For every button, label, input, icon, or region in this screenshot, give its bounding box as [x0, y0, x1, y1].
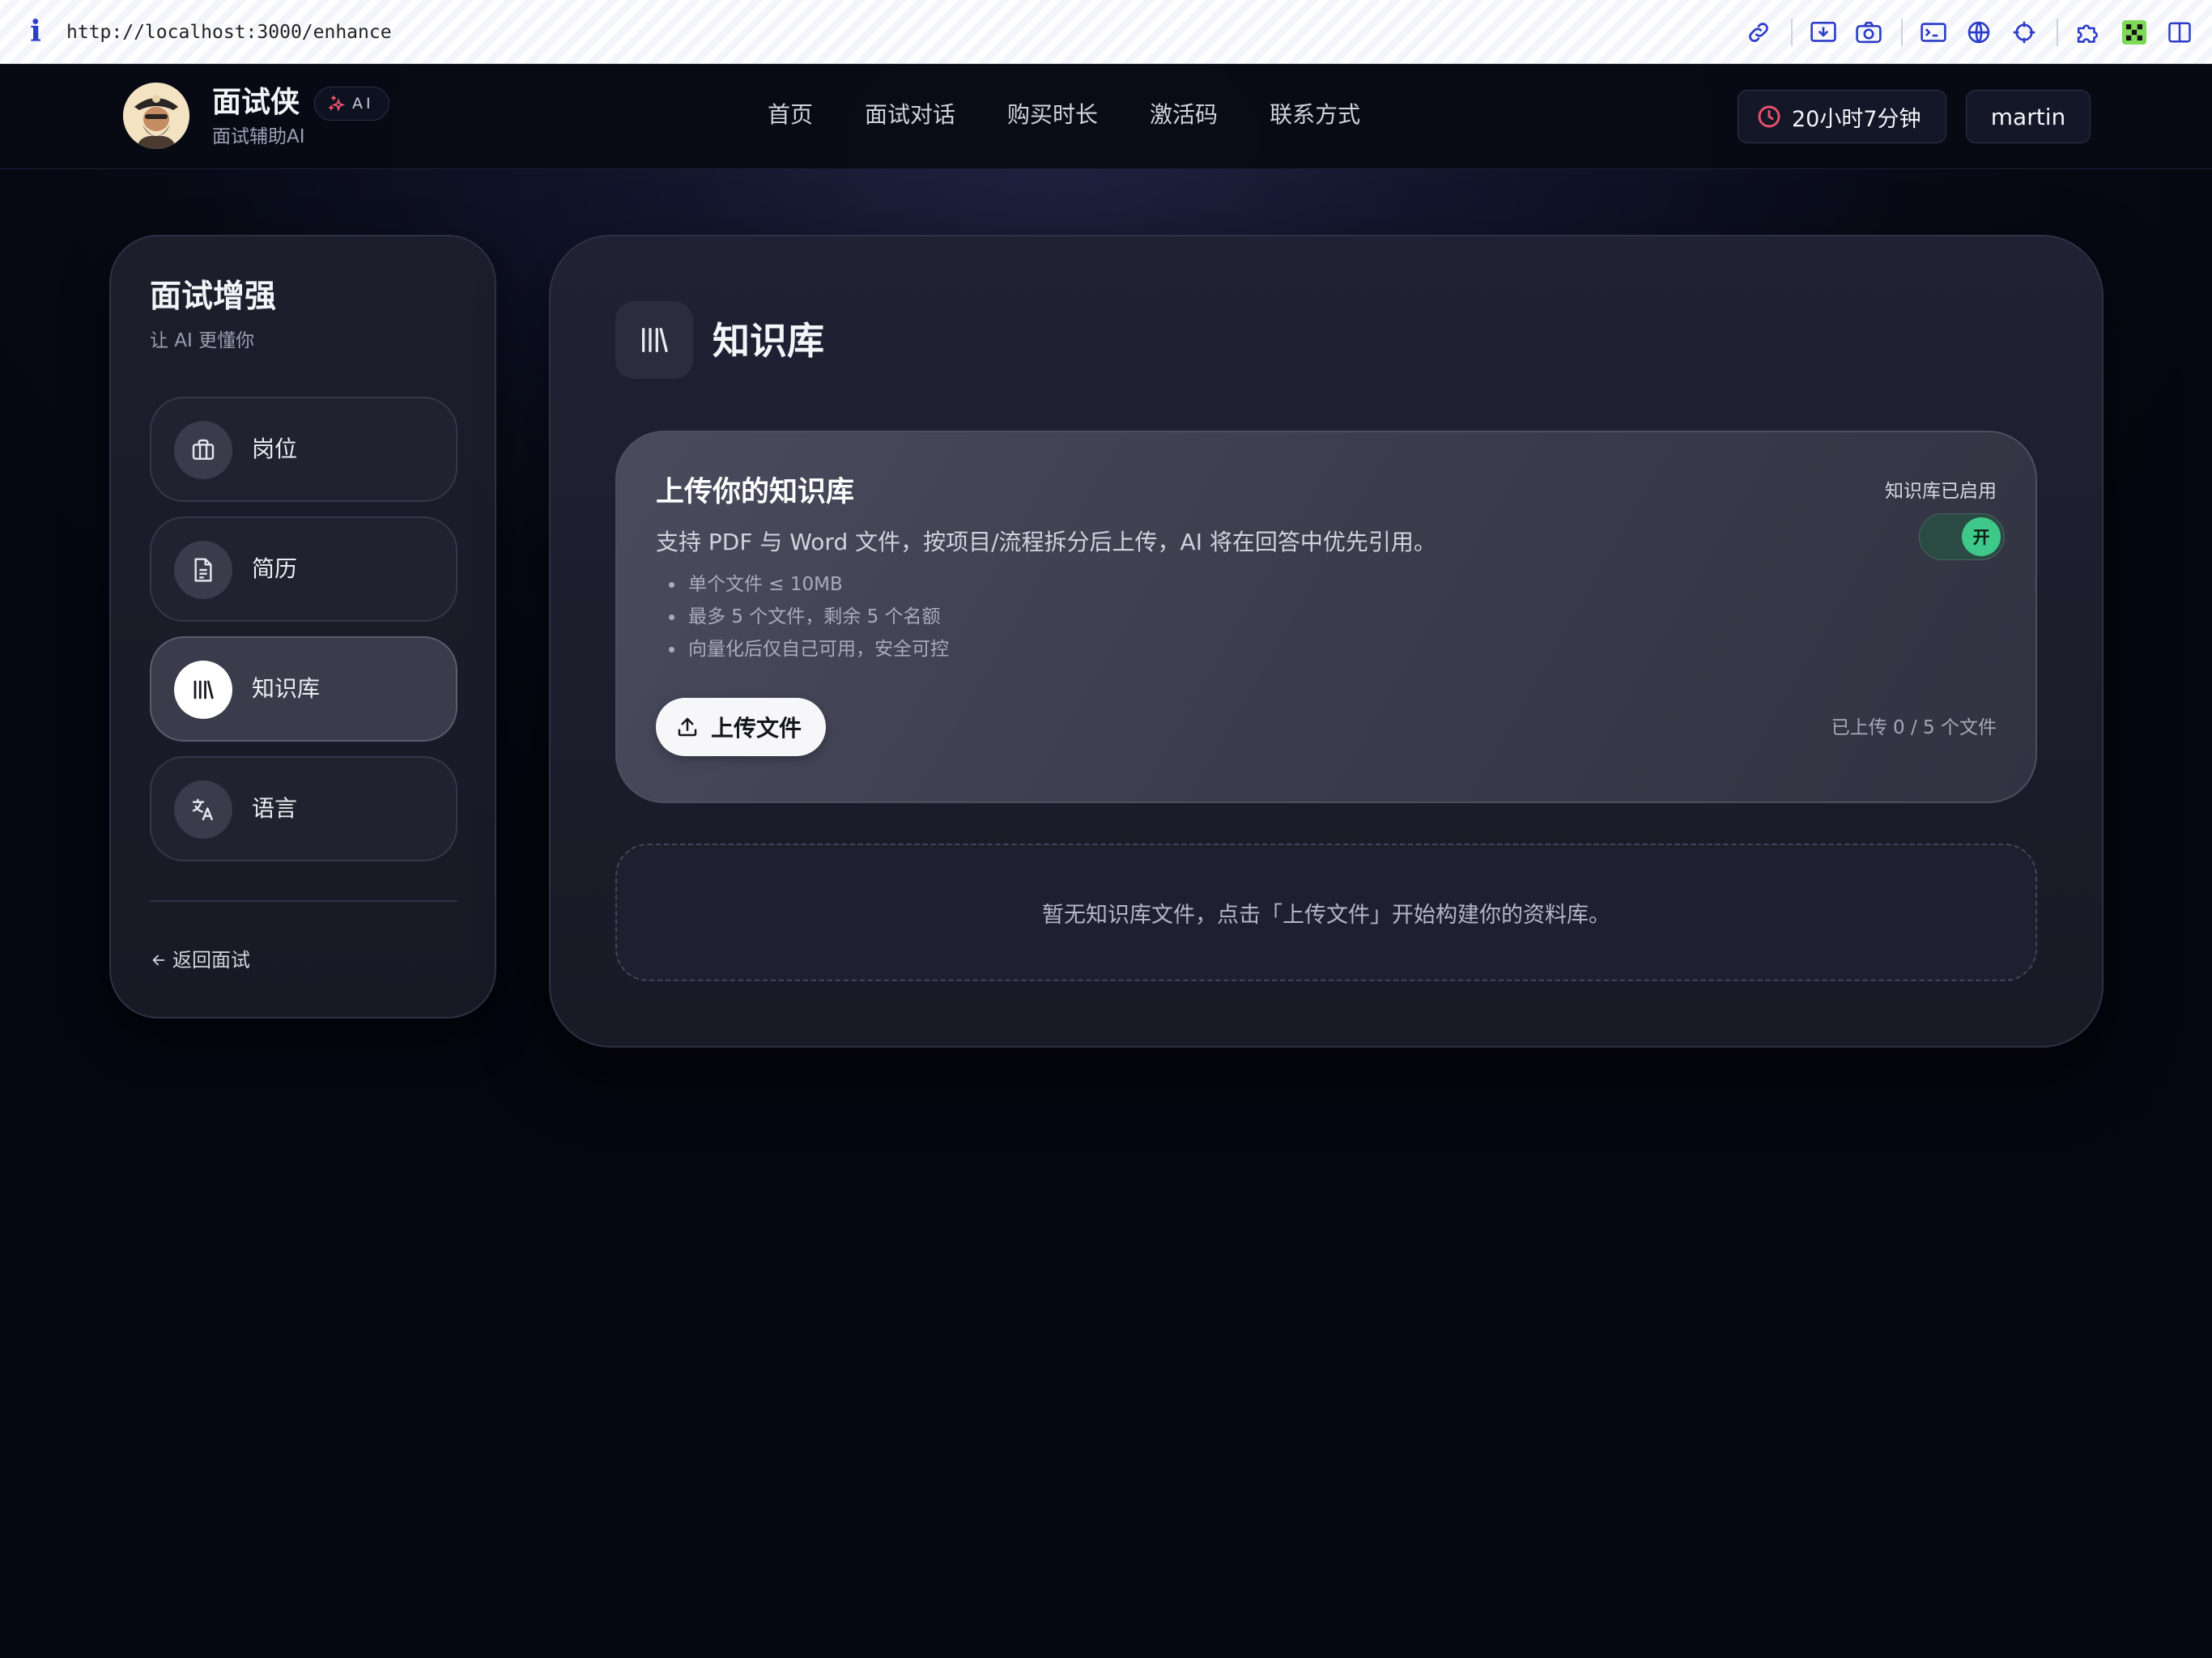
knowledge-base-panel: 知识库 上传你的知识库 支持 PDF 与 Word 文件，按项目/流程拆分后上传… [549, 235, 2104, 1048]
library-icon [615, 301, 693, 379]
toolbar-separator [2057, 18, 2058, 46]
main-nav: 首页 面试对话 购买时长 激活码 联系方式 [768, 99, 1412, 131]
crosshair-icon[interactable] [2010, 18, 2039, 47]
nav-activation-code[interactable]: 激活码 [1150, 99, 1218, 131]
nav-home[interactable]: 首页 [768, 99, 813, 131]
uploaded-count: 已上传 0 / 5 个文件 [1831, 717, 1997, 738]
link-icon[interactable] [1744, 18, 1773, 47]
app-header: 面试侠 AI 面试辅助AI 首页 面试对话 购买时长 激活码 联系方式 20小时… [0, 64, 2212, 169]
sidebar-item-knowledge-base[interactable]: 知识库 [150, 636, 457, 742]
back-to-interview-link[interactable]: 返回面试 [150, 947, 250, 973]
knowledge-base-status: 知识库已启用 [1885, 481, 1997, 502]
briefcase-icon [174, 421, 232, 479]
upload-rules-list: 单个文件 ≤ 10MB 最多 5 个文件，剩余 5 个名额 向量化后仅自己可用，… [656, 568, 949, 665]
brand-name: 面试侠 [212, 86, 300, 119]
sidebar-item-label: 简历 [252, 555, 298, 582]
clock-icon [1758, 105, 1780, 128]
url-field[interactable]: http://localhost:3000/enhance [66, 19, 392, 45]
toolbar-separator [1901, 18, 1903, 46]
library-icon [174, 661, 232, 719]
browser-toolbar-icons [1728, 0, 2212, 64]
list-item: 最多 5 个文件，剩余 5 个名额 [656, 601, 949, 633]
sidebar-subtitle: 让 AI 更懂你 [150, 330, 255, 351]
user-menu-button[interactable]: martin [1966, 90, 2091, 143]
download-icon[interactable] [1809, 18, 1838, 47]
arrow-left-icon [152, 954, 165, 966]
upload-icon [678, 717, 697, 737]
sidebar-item-label: 知识库 [252, 675, 321, 702]
sidebar-icon[interactable] [2165, 18, 2194, 47]
sidebar-item-language[interactable]: 语言 [150, 756, 457, 861]
brand-subtitle: 面试辅助AI [212, 126, 305, 147]
sidebar-divider [150, 900, 457, 902]
camera-icon[interactable] [1854, 18, 1883, 47]
translate-icon [174, 780, 232, 839]
info-icon[interactable]: i [24, 15, 47, 49]
nav-interview-chat[interactable]: 面试对话 [865, 99, 955, 131]
document-icon [174, 541, 232, 599]
browser-toolbar: i http://localhost:3000/enhance [0, 0, 2212, 64]
logo-avatar[interactable] [123, 83, 189, 149]
sidebar-title: 面试增强 [150, 278, 277, 315]
upload-card-description: 支持 PDF 与 Word 文件，按项目/流程拆分后上传，AI 将在回答中优先引… [656, 529, 1436, 555]
sidebar-item-label: 语言 [252, 795, 298, 822]
sidebar-item-label: 岗位 [252, 436, 298, 462]
puzzle-icon[interactable] [2074, 18, 2104, 47]
ai-badge-label: AI [352, 95, 374, 113]
sidebar-item-position[interactable]: 岗位 [150, 397, 457, 502]
remaining-time-chip[interactable]: 20小时7分钟 [1738, 90, 1946, 143]
terminal-icon[interactable] [1919, 18, 1948, 47]
sidebar-item-resume[interactable]: 简历 [150, 517, 457, 622]
empty-state: 暂无知识库文件，点击「上传文件」开始构建你的资料库。 [615, 844, 2037, 981]
upload-button-label: 上传文件 [711, 715, 802, 742]
list-item: 单个文件 ≤ 10MB [656, 568, 949, 601]
knowledge-base-toggle[interactable]: 开 [1919, 513, 2005, 560]
extension-icon[interactable] [2120, 18, 2149, 47]
sparkle-icon [329, 96, 346, 112]
page-title: 知识库 [713, 319, 824, 363]
back-label: 返回面试 [172, 949, 250, 971]
upload-file-button[interactable]: 上传文件 [656, 698, 826, 756]
enhance-sidebar: 面试增强 让 AI 更懂你 岗位 简历 知识库 语言 返回面试 [109, 235, 496, 1018]
upload-card: 上传你的知识库 支持 PDF 与 Word 文件，按项目/流程拆分后上传，AI … [615, 431, 2037, 803]
upload-card-title: 上传你的知识库 [656, 476, 855, 508]
nav-buy-time[interactable]: 购买时长 [1007, 99, 1098, 131]
ai-badge: AI [314, 87, 389, 121]
nav-contact[interactable]: 联系方式 [1270, 99, 1360, 131]
toolbar-separator [1791, 18, 1793, 46]
list-item: 向量化后仅自己可用，安全可控 [656, 633, 949, 665]
remaining-time: 20小时7分钟 [1792, 106, 1921, 132]
toggle-knob: 开 [1962, 517, 2001, 556]
globe-icon[interactable] [1964, 18, 1993, 47]
